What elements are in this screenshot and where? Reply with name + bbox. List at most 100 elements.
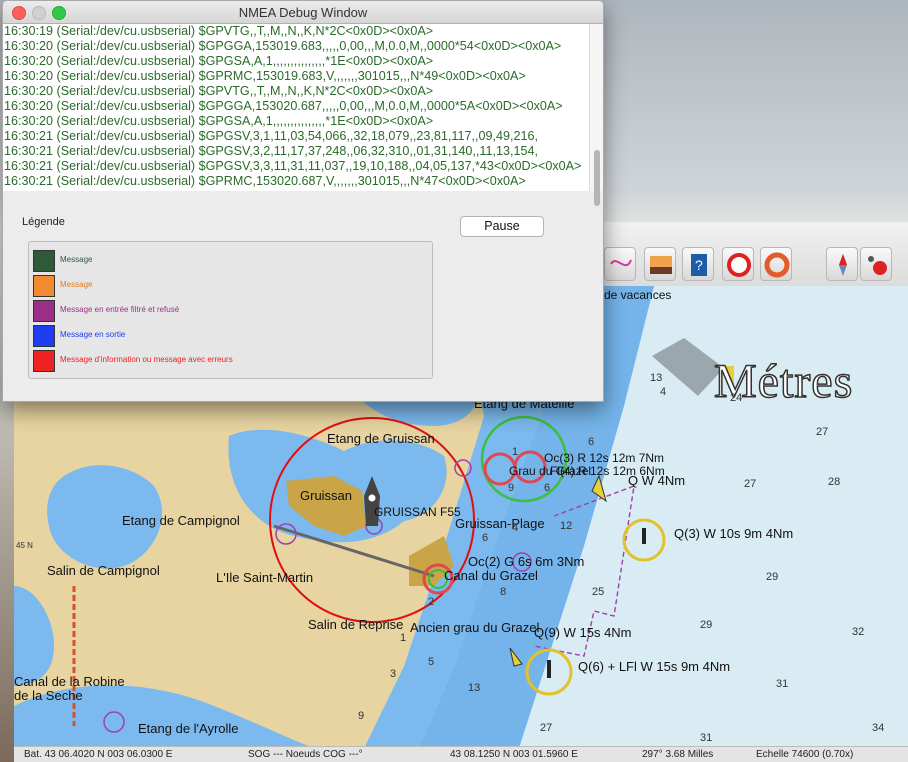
legend-label: Message d'information ou message avec er… [60,355,233,364]
mob-icon [727,253,751,277]
depth-sounding: 1 [400,632,407,644]
place-ancien-grau: Ancien grau du Grazel [410,620,540,635]
light-label-6: Oc(3) R 12s 12m 7Nm [544,451,665,465]
legend-label: Message en sortie [60,330,126,339]
light-label-2: Q(3) W 10s 9m 4Nm [674,526,794,541]
legend-swatch [33,250,55,272]
help-button[interactable]: ? [682,247,714,281]
pause-button[interactable]: Pause [460,216,544,237]
light-label-5: Oc(2) G 6s 6m 3Nm [468,554,585,569]
scrollbar-thumb[interactable] [594,150,600,206]
sunset-icon [650,256,672,274]
place-canal-robine: Canal de la Robine [14,674,125,689]
depth-sounding: 27 [744,478,757,490]
place-gruissan-plage: Gruissan-Plage [455,516,545,531]
depth-sounding: 5 [428,656,435,668]
depth-sounding: 13 [468,682,481,694]
log-line: 16:30:20 (Serial:/dev/cu.usbserial) $GPG… [4,99,563,113]
depth-sounding: 6 [482,532,489,544]
log-line: 16:30:21 (Serial:/dev/cu.usbserial) $GPR… [4,174,526,188]
place-etang-campignol: Etang de Campignol [122,513,240,528]
window-titlebar[interactable]: NMEA Debug Window [3,1,603,24]
log-line: 16:30:20 (Serial:/dev/cu.usbserial) $GPV… [4,84,434,98]
light-label-3: Q(9) W 15s 4Nm [534,625,632,640]
depth-sounding: 24 [730,392,743,404]
log-line: 16:30:19 (Serial:/dev/cu.usbserial) $GPV… [4,24,434,38]
depth-sounding: 25 [592,586,605,598]
depth-sounding: 13 [650,372,663,384]
compass-icon [839,254,847,276]
depth-sounding: 29 [700,619,713,631]
depth-sounding: 27 [540,722,553,734]
chart-scale: Echelle 74600 (0.70x) [756,749,854,760]
depth-sounding: 27 [816,426,829,438]
record-icon [868,256,887,275]
latitude-label: 45 N [16,541,33,550]
svg-text:?: ? [695,257,703,273]
depth-sounding: 31 [700,732,713,744]
place-etang-gruissan: Etang de Gruissan [327,431,435,446]
log-line: 16:30:20 (Serial:/dev/cu.usbserial) $GPG… [4,39,562,53]
track-button[interactable] [604,247,636,281]
lifebuoy-icon [764,252,790,278]
log-scrollbar[interactable] [589,24,603,206]
depth-sounding: 32 [852,626,865,638]
depth-sounding: 28 [828,476,841,488]
top-label: de vacances [604,288,672,302]
nmea-debug-window: NMEA Debug Window 16:30:19 (Serial:/dev/… [2,0,604,402]
cursor-position: 43 08.1250 N 003 01.5960 E [450,749,578,760]
log-line: 16:30:20 (Serial:/dev/cu.usbserial) $GPR… [4,69,526,83]
place-seche: de la Seche [14,688,83,703]
depth-sounding: 3 [390,668,397,680]
legend-label: Message [60,280,93,289]
depth-sounding: 6 [588,436,595,448]
depth-sounding: 9 [508,482,515,494]
compass-button[interactable] [826,247,858,281]
log-line: 16:30:20 (Serial:/dev/cu.usbserial) $GPG… [4,54,434,68]
log-line: 16:30:21 (Serial:/dev/cu.usbserial) $GPG… [4,159,582,173]
depth-sounding: 8 [500,586,507,598]
depth-sounding: 1 [512,446,519,458]
legend-swatch [33,300,55,322]
legend-title: Légende [22,216,65,228]
record-button[interactable] [860,247,892,281]
log-line: 16:30:21 (Serial:/dev/cu.usbserial) $GPG… [4,144,538,158]
window-title: NMEA Debug Window [238,5,368,20]
depth-sounding: 12 [560,520,573,532]
log-line: 16:30:21 (Serial:/dev/cu.usbserial) $GPG… [4,129,538,143]
place-canal-grazel: Canal du Grazel [444,568,538,583]
legend-box: Message Message Message en entrée filtré e… [28,241,433,379]
boat-position: Bat. 43 06.4020 N 003 06.0300 E [24,749,173,760]
legend-label: Message en entrée filtré et refusé [60,305,180,314]
depth-sounding: 9 [358,710,365,722]
place-salin-campignol: Salin de Campignol [47,563,160,578]
sog-cog: SOG --- Noeuds COG ---° [248,749,363,760]
place-etang-ayrolle: Etang de l'Ayrolle [138,721,239,736]
legend-swatch [33,325,55,347]
nmea-log[interactable]: 16:30:19 (Serial:/dev/cu.usbserial) $GPV… [3,24,589,191]
depth-sounding: 2 [428,596,435,608]
light-label-4: Q(6) + LFl W 15s 9m 4Nm [578,659,731,674]
track-icon [610,259,632,267]
bearing-distance: 297° 3.68 Milles [642,749,714,760]
depth-sounding: 29 [766,571,779,583]
sunset-button[interactable] [644,247,676,281]
depth-sounding: 4 [512,522,519,534]
status-bar: Bat. 43 06.4020 N 003 06.0300 E SOG --- … [14,746,908,762]
place-ile-saint-martin: L'Ile Saint-Martin [216,570,314,585]
log-line: 16:30:20 (Serial:/dev/cu.usbserial) $GPG… [4,114,434,128]
depth-sounding: 6 [544,482,551,494]
place-gruissan-f55: GRUISSAN F55 [374,505,461,519]
legend-label: Message [60,255,93,264]
place-gruissan: Gruissan [300,488,353,503]
depth-sounding: 34 [872,722,885,734]
legend-swatch [33,275,55,297]
depth-sounding: 4 [660,386,667,398]
mob-button[interactable] [722,247,754,281]
place-salin-reprise: Salin de Reprise [308,617,404,632]
help-icon: ? [691,254,707,276]
legend-swatch [33,350,55,372]
lifebuoy-button[interactable] [760,247,792,281]
depth-sounding: 31 [776,678,789,690]
light-label-7: Fl(4) R 12s 12m 6Nm [550,464,665,478]
